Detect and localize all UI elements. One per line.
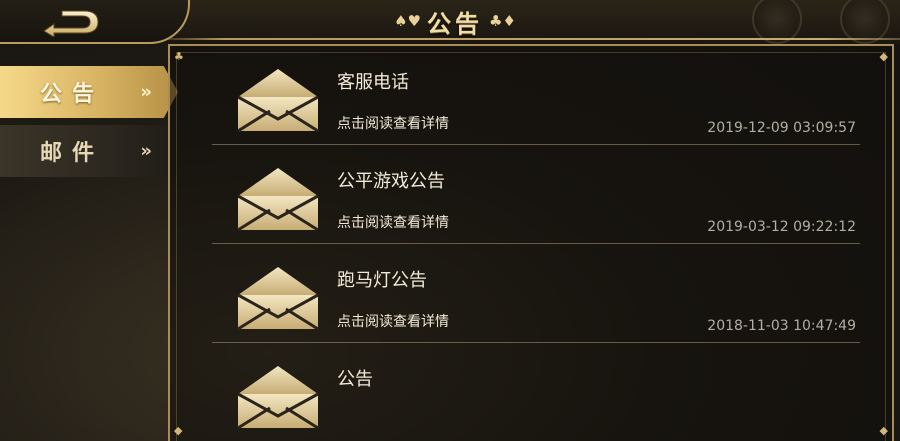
title-area: ♠♥ 公告 ♣♦ bbox=[360, 2, 550, 40]
top-bar: ♠♥ 公告 ♣♦ bbox=[0, 0, 900, 44]
corner-ornament-icon: ◆ bbox=[174, 424, 183, 437]
back-button[interactable] bbox=[40, 7, 102, 38]
envelope-icon bbox=[237, 168, 319, 232]
notice-list: 客服电话 点击阅读查看详情 2019-12-09 03:09:57 公平游戏公告… bbox=[212, 46, 860, 441]
double-chevron-right-icon: » bbox=[140, 140, 152, 162]
double-chevron-right-icon: » bbox=[140, 81, 152, 103]
corner-ornament-icon: ◆ bbox=[879, 50, 888, 63]
corner-ornament-icon: ◆ bbox=[879, 424, 888, 437]
notice-title: 跑马灯公告 bbox=[337, 270, 427, 291]
notice-subtitle: 点击阅读查看详情 bbox=[337, 116, 449, 132]
envelope-icon bbox=[237, 366, 319, 430]
notice-subtitle: 点击阅读查看详情 bbox=[337, 215, 449, 231]
notice-subtitle: 点击阅读查看详情 bbox=[337, 314, 449, 330]
notice-title: 客服电话 bbox=[337, 72, 409, 93]
page-title: 公告 bbox=[427, 9, 483, 38]
back-arrow-icon bbox=[43, 10, 99, 38]
corner-ornament-icon: ♣ bbox=[174, 50, 184, 63]
notice-item[interactable]: 公平游戏公告 点击阅读查看详情 2019-03-12 09:22:12 bbox=[212, 145, 860, 244]
sidebar-item-label: 邮件 bbox=[40, 141, 105, 166]
notice-panel: ♣ ◆ ◆ ◆ 客服电话 点击阅读查看详情 2019-12-09 03:09:5… bbox=[168, 44, 894, 441]
notice-item[interactable]: 跑马灯公告 点击阅读查看详情 2018-11-03 10:47:49 bbox=[212, 244, 860, 343]
notice-item[interactable]: 客服电话 点击阅读查看详情 2019-12-09 03:09:57 bbox=[212, 46, 860, 145]
envelope-icon bbox=[237, 69, 319, 133]
notice-timestamp: 2018-11-03 10:47:49 bbox=[707, 318, 856, 334]
notice-timestamp: 2019-03-12 09:22:12 bbox=[707, 219, 856, 235]
notice-item[interactable]: 公告 bbox=[212, 343, 860, 441]
notice-timestamp: 2019-12-09 03:09:57 bbox=[707, 120, 856, 136]
notice-title: 公告 bbox=[337, 369, 373, 390]
envelope-icon bbox=[237, 267, 319, 331]
suits-left-icon: ♠♥ bbox=[394, 12, 421, 30]
sidebar: 公告 » 邮件 » bbox=[0, 60, 180, 200]
sidebar-item-label: 公告 bbox=[40, 82, 105, 107]
suits-right-icon: ♣♦ bbox=[489, 12, 516, 30]
sidebar-item-announcements[interactable]: 公告 » bbox=[0, 66, 178, 118]
notice-title: 公平游戏公告 bbox=[337, 171, 445, 192]
sidebar-item-mail[interactable]: 邮件 » bbox=[0, 125, 178, 177]
